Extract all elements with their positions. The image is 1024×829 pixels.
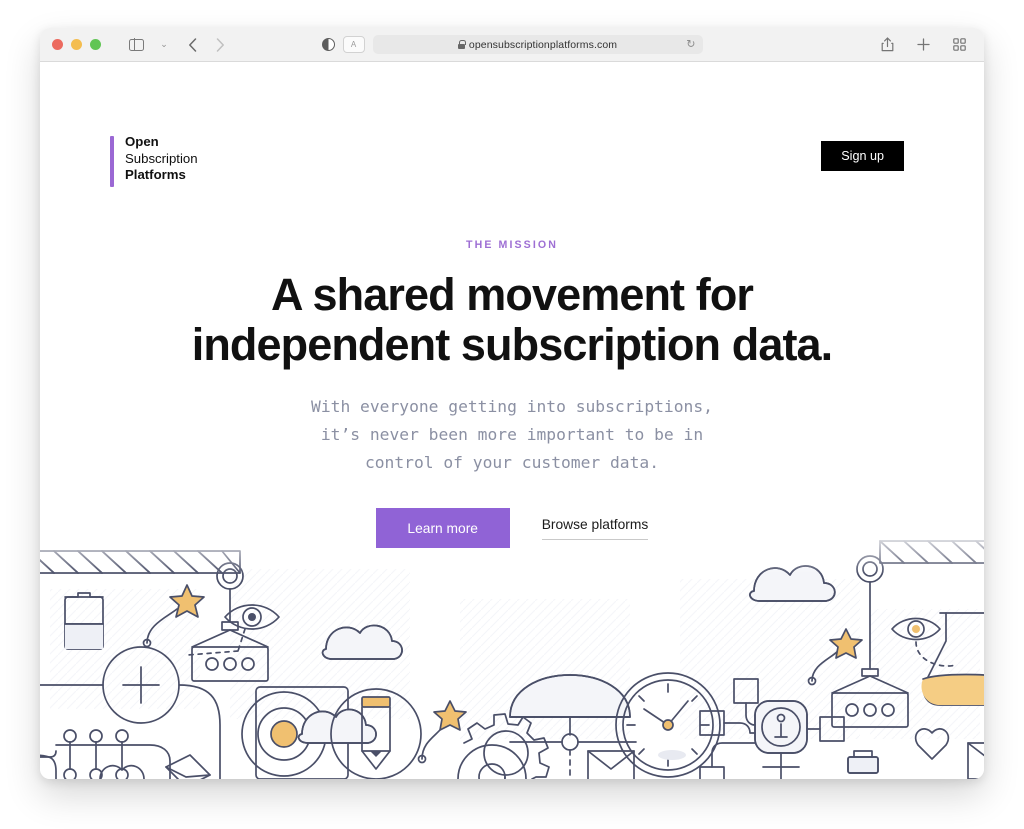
forward-arrow-icon [216,37,224,52]
battery [64,592,104,650]
sidebar-options-button[interactable]: ⌄ [151,33,177,57]
tag [847,750,879,774]
hero-eyebrow: THE MISSION [466,239,558,251]
back-button[interactable] [179,33,205,57]
clock [615,672,721,778]
plus-icon [916,38,930,51]
envelope-left [165,754,211,779]
envelope-right [967,742,984,779]
headline-line-1: A shared movement for [270,269,754,320]
rounded-panel-left [40,744,171,779]
subhead-line-2: it’s never been more important to be in [320,425,704,444]
crane-left [40,550,269,682]
logo-line-3: Platforms [125,167,186,183]
cloud-right [749,565,836,602]
browse-platforms-link[interactable]: Browse platforms [541,517,649,540]
pencil-circle [330,688,422,779]
headline-line-2: independent subscription data. [191,318,833,370]
hero-section: THE MISSION A shared movement for indepe… [40,239,984,548]
logo-text: Open Subscription Platforms [125,134,198,187]
site-logo[interactable]: Open Subscription Platforms [110,134,198,187]
network-squares [699,678,845,779]
site-header: Open Subscription Platforms Sign up [40,62,984,187]
star-wand-left [142,584,205,648]
share-icon [881,37,893,52]
umbrella [509,674,637,779]
address-bar-content: opensubscriptionplatforms.com [457,38,618,51]
sidebar-toggle-button[interactable] [123,33,149,57]
browser-window: ⌄ A opensubscriptionplatforms.com ↻ Open… [40,28,984,779]
contrast-icon[interactable] [321,38,335,51]
hero-illustration [40,529,984,779]
illustration-svg [40,529,984,779]
info-node [754,700,808,779]
at-circle [457,744,527,779]
plus-circle [40,646,221,779]
toolbar-right-actions [874,33,972,57]
subhead-line-3: control of your customer data. [364,453,660,472]
learn-more-button[interactable]: Learn more [375,508,510,548]
tab-overview-button[interactable] [946,33,972,57]
hero-subheading: With everyone getting into subscriptions… [40,393,984,477]
crane-right [831,540,984,728]
sidebar-icon [128,38,144,51]
logo-line-1: Open [125,134,159,149]
gear [463,713,550,779]
navigation-controls: ⌄ [123,33,233,57]
envelope-center [587,750,635,779]
cloud-mid [321,624,403,660]
window-controls [52,39,101,50]
reader-view-icon: A [350,39,357,49]
new-tab-button[interactable] [910,33,936,57]
hero-cta-row: Learn more Browse platforms [40,508,984,548]
reader-view-button[interactable]: A [342,36,365,53]
eye-left [187,604,280,656]
flask [921,612,984,706]
web-page: Open Subscription Platforms Sign up THE … [40,62,984,779]
connector-dots [40,729,129,779]
target-circle [241,686,349,779]
star-wand-center [417,700,467,764]
reload-icon[interactable]: ↻ [686,39,695,50]
minimize-button[interactable] [71,39,82,50]
logo-line-2: Subscription [125,150,198,166]
close-button[interactable] [52,39,63,50]
address-bar[interactable]: opensubscriptionplatforms.com ↻ [372,35,703,54]
browser-toolbar: ⌄ A opensubscriptionplatforms.com ↻ [40,28,984,62]
heart-right [914,728,950,760]
heart-left [99,764,145,779]
eye-right [891,617,957,667]
cloud-small [297,708,377,744]
lock-icon [457,40,466,49]
signup-button[interactable]: Sign up [821,141,904,171]
logo-accent-bar [110,136,114,187]
tab-overview-icon [952,38,966,51]
page-title: A shared movement for independent subscr… [40,270,984,369]
share-button[interactable] [874,33,900,57]
star-wand-right [807,628,863,686]
back-arrow-icon [188,37,196,52]
subhead-line-1: With everyone getting into subscriptions… [311,397,713,416]
chevron-down-icon: ⌄ [160,39,168,49]
forward-button[interactable] [207,33,233,57]
url-text: opensubscriptionplatforms.com [468,38,618,51]
maximize-button[interactable] [90,39,101,50]
